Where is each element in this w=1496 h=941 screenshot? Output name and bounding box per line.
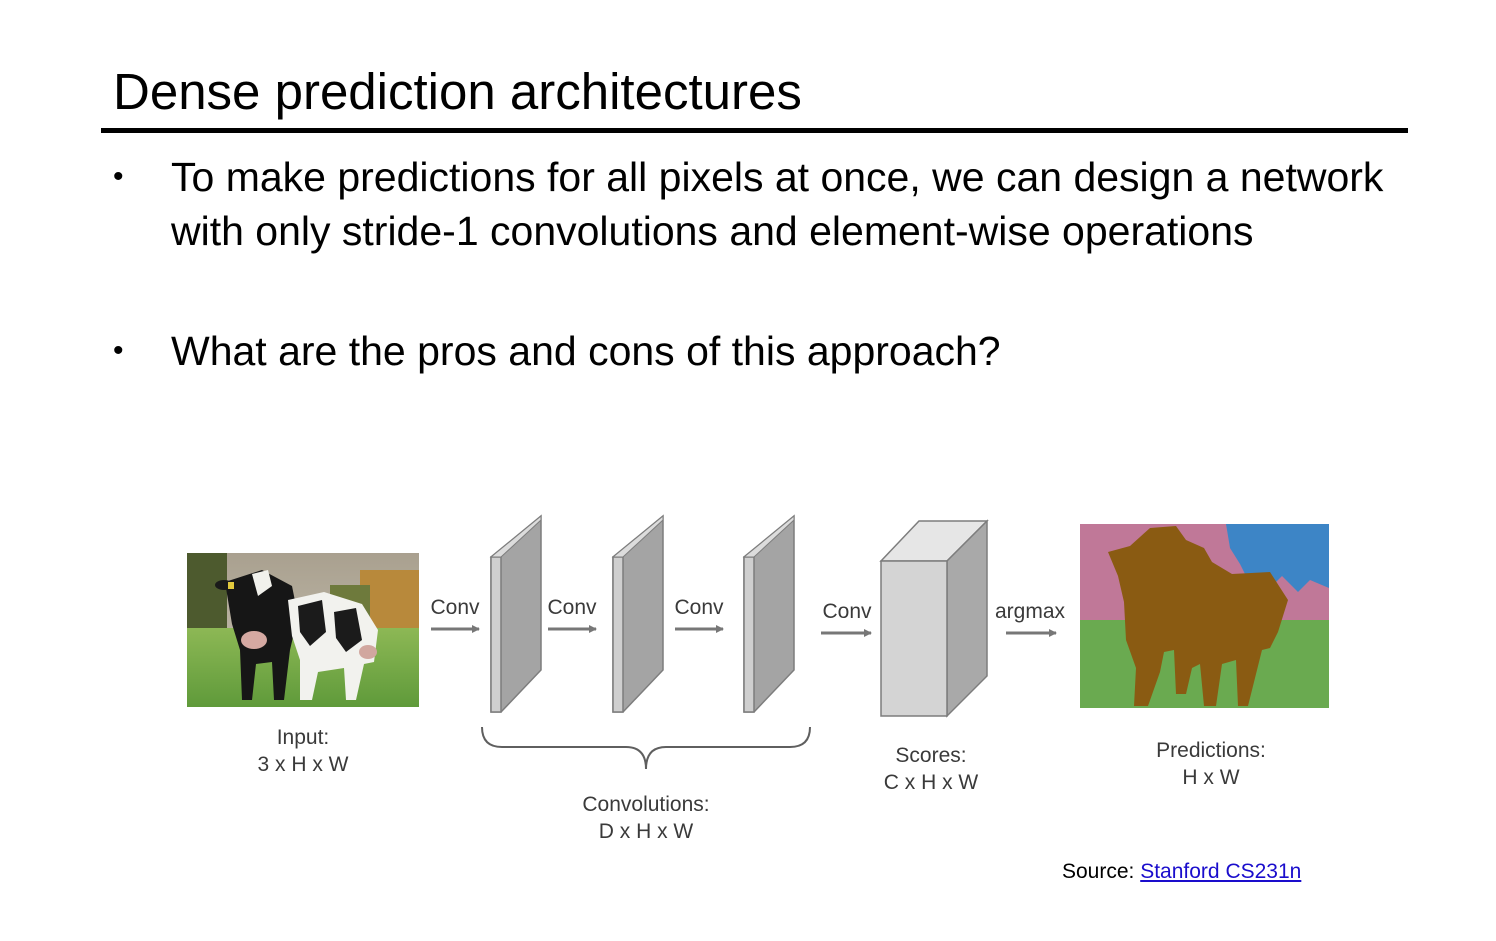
conv-label: Conv — [547, 596, 597, 619]
scores-block — [879, 519, 989, 718]
conv-label: Conv — [674, 596, 724, 619]
conv-layer-3 — [742, 514, 795, 713]
input-caption: Input: 3 x H x W — [257, 726, 348, 776]
convolutions-brace — [481, 726, 811, 770]
input-label: Input: — [277, 726, 330, 749]
conv-layer-1 — [489, 514, 542, 713]
argmax-label: argmax — [995, 600, 1066, 623]
architecture-diagram: Conv Conv Conv Conv argmax Input: 3 x H … — [187, 514, 1329, 843]
convolutions-caption: Convolutions: D x H x W — [582, 793, 709, 843]
input-dims: 3 x H x W — [257, 753, 348, 776]
conv-arrow-4: Conv — [821, 600, 872, 637]
scores-dims: C x H x W — [884, 771, 979, 794]
source-citation: Source: Stanford CS231n — [1062, 860, 1301, 884]
source-prefix: Source: — [1062, 860, 1141, 883]
prediction-map — [1080, 524, 1329, 708]
conv-arrow-1: Conv — [430, 596, 480, 633]
argmax-arrow: argmax — [995, 600, 1066, 637]
predictions-label: Predictions: — [1156, 739, 1266, 762]
predictions-dims: H x W — [1182, 766, 1239, 789]
convolutions-dims: D x H x W — [599, 820, 694, 843]
scores-caption: Scores: C x H x W — [884, 744, 979, 794]
convolutions-label: Convolutions: — [582, 793, 709, 816]
conv-label: Conv — [430, 596, 480, 619]
input-image — [187, 553, 419, 707]
scores-label: Scores: — [895, 744, 966, 767]
conv-layer-2 — [611, 514, 664, 713]
conv-label: Conv — [822, 600, 872, 623]
conv-arrow-3: Conv — [674, 596, 724, 633]
predictions-caption: Predictions: H x W — [1156, 739, 1266, 789]
conv-arrow-2: Conv — [547, 596, 597, 633]
source-link[interactable]: Stanford CS231n — [1140, 860, 1301, 883]
